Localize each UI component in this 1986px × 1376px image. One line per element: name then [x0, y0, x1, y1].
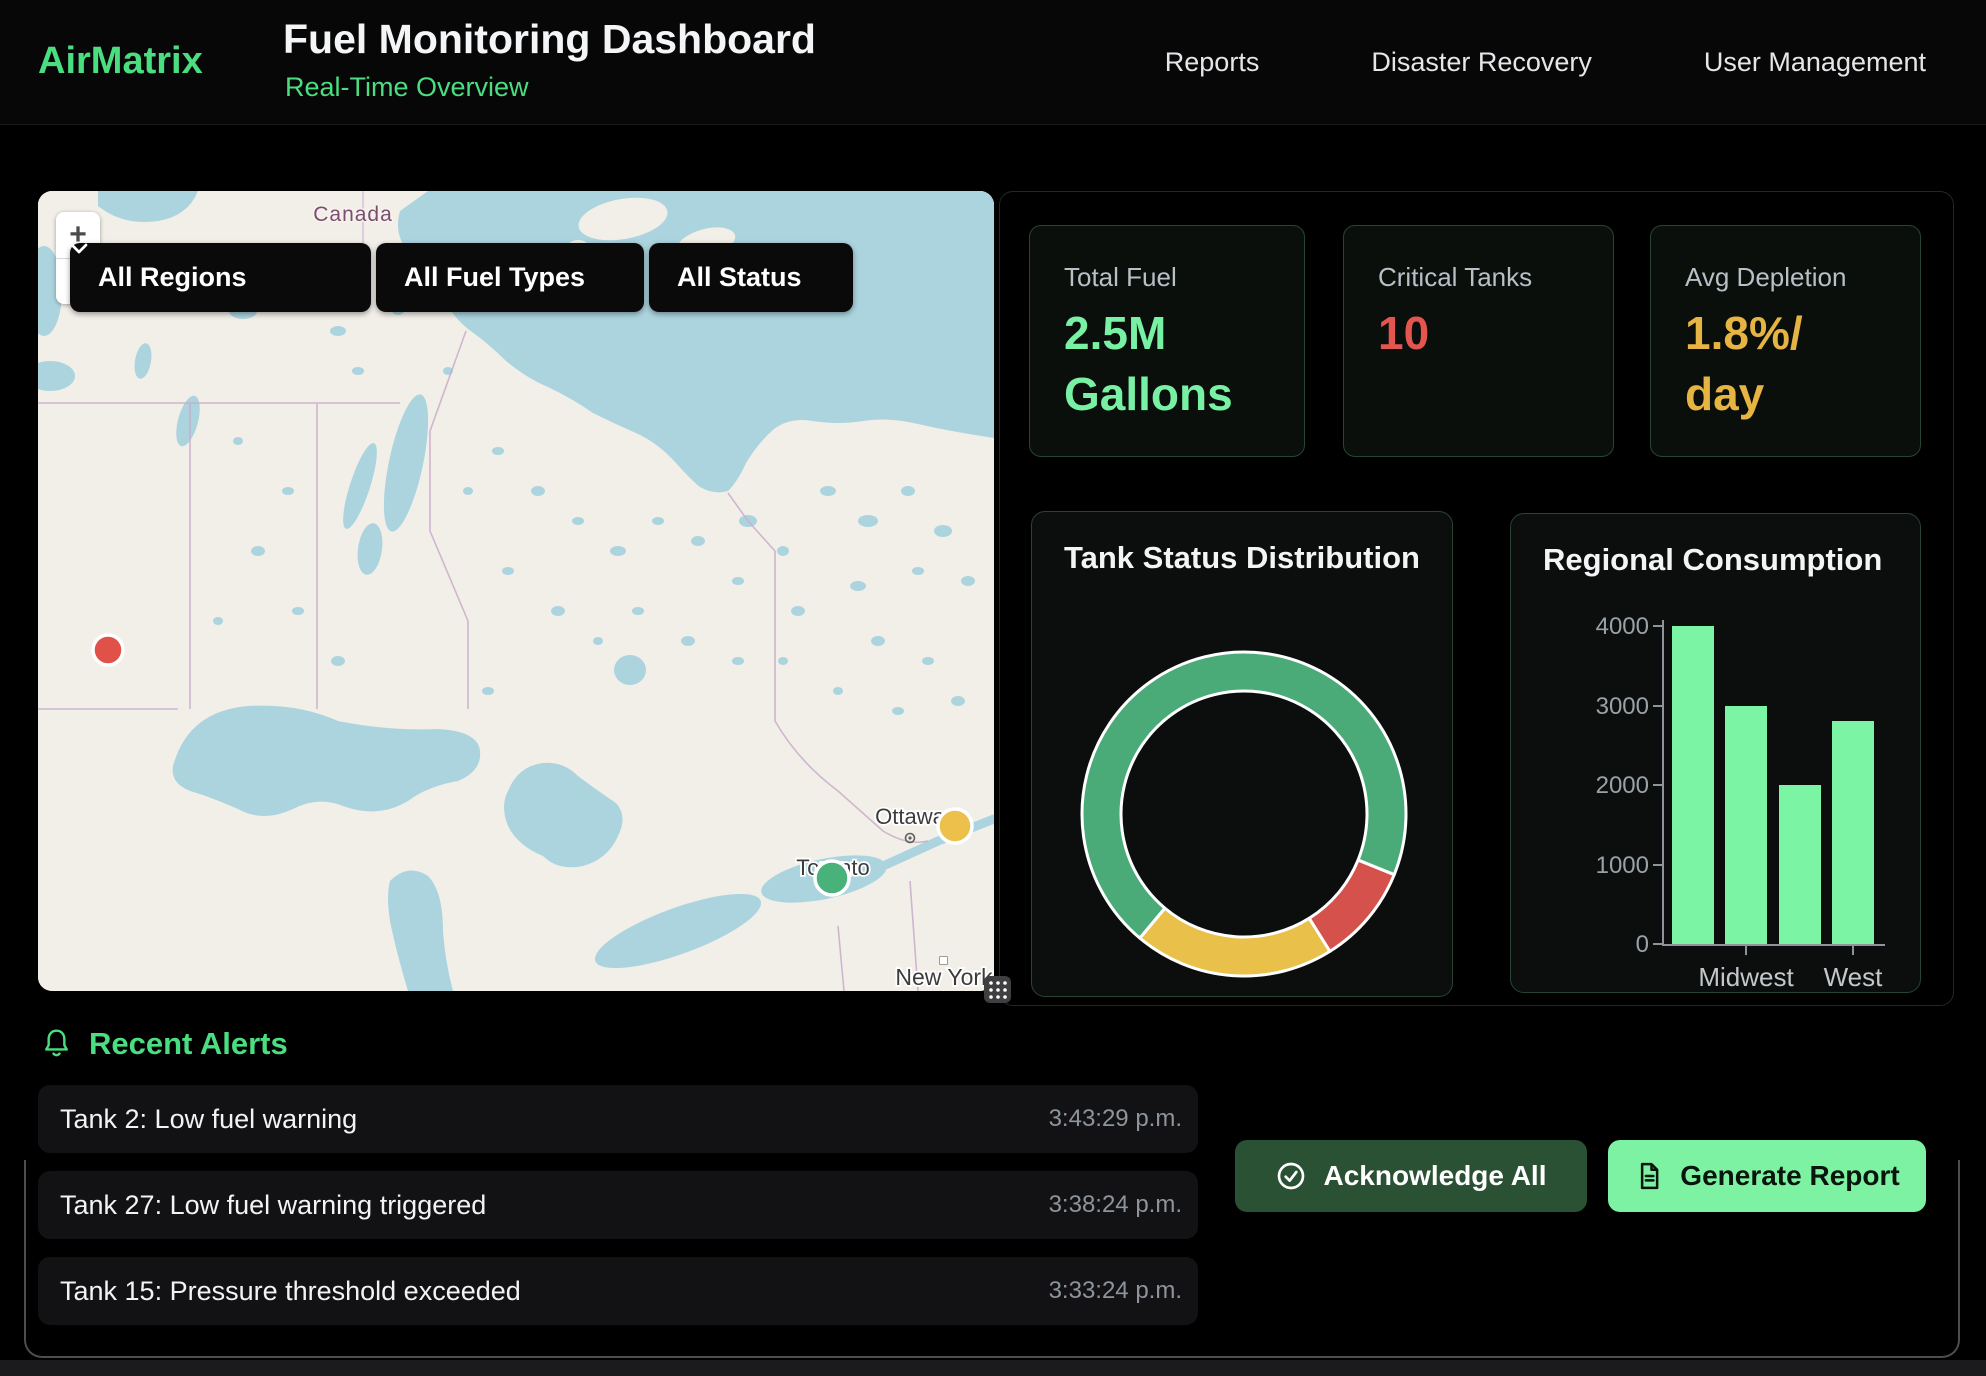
alert-text: Tank 27: Low fuel warning triggered — [60, 1190, 486, 1221]
generate-report-button[interactable]: Generate Report — [1608, 1140, 1926, 1212]
acknowledge-all-button[interactable]: Acknowledge All — [1235, 1140, 1587, 1212]
bar-region-3 — [1779, 785, 1821, 944]
fuel-tank-map[interactable]: Canada Ottawa Toronto New York + − All R… — [38, 191, 994, 991]
x-tick-mark — [1852, 946, 1854, 955]
status-filter-value: All Status — [677, 262, 802, 293]
resize-drag-handle-icon[interactable] — [984, 976, 1011, 1003]
stat-value: 1.8%/day — [1685, 303, 1886, 424]
stat-card-total-fuel: Total Fuel 2.5MGallons — [1029, 225, 1305, 457]
document-icon — [1634, 1160, 1664, 1192]
new-york-town-icon — [940, 957, 947, 964]
main-nav: Reports Disaster Recovery User Managemen… — [1165, 0, 1926, 124]
country-label-canada: Canada — [313, 203, 393, 226]
region-filter-value: All Regions — [98, 262, 247, 293]
alert-text: Tank 15: Pressure threshold exceeded — [60, 1276, 521, 1307]
nav-item-user-management[interactable]: User Management — [1704, 47, 1926, 78]
stat-card-critical-tanks: Critical Tanks 10 — [1343, 225, 1614, 457]
y-tick-mark — [1653, 705, 1662, 707]
y-tick-label: 3000 — [1544, 693, 1649, 721]
nav-item-disaster-recovery[interactable]: Disaster Recovery — [1371, 47, 1592, 78]
alert-timestamp: 3:43:29 p.m. — [1049, 1105, 1182, 1133]
bottom-strip — [0, 1360, 1986, 1376]
y-tick-mark — [1653, 943, 1662, 945]
stat-card-avg-depletion: Avg Depletion 1.8%/day — [1650, 225, 1921, 457]
app-header: AirMatrix Fuel Monitoring Dashboard Real… — [0, 0, 1986, 125]
map-filters: All Regions All Fuel Types All Status — [70, 243, 853, 312]
alert-row[interactable]: Tank 2: Low fuel warning 3:43:29 p.m. — [38, 1085, 1198, 1153]
generate-report-label: Generate Report — [1680, 1160, 1899, 1192]
y-tick-label: 0 — [1544, 931, 1649, 959]
alert-row[interactable]: Tank 27: Low fuel warning triggered 3:38:… — [38, 1171, 1198, 1239]
city-label-ottawa: Ottawa — [875, 804, 945, 829]
stat-value: 10 — [1378, 303, 1579, 364]
y-tick-label: 4000 — [1544, 613, 1649, 641]
bar-Midwest — [1725, 706, 1767, 945]
bar-region-1 — [1672, 626, 1714, 944]
fuel-type-filter-dropdown[interactable]: All Fuel Types — [376, 243, 644, 312]
regional-consumption-card: Regional Consumption 01000200030004000Mi… — [1510, 513, 1921, 993]
tank-marker-warning[interactable] — [938, 809, 972, 843]
bar-West — [1832, 721, 1874, 944]
y-tick-mark — [1653, 784, 1662, 786]
alert-timestamp: 3:38:24 p.m. — [1049, 1191, 1182, 1219]
brand-logo: AirMatrix — [38, 40, 203, 83]
recent-alerts-heading: Recent Alerts — [42, 1026, 288, 1062]
page-subtitle: Real-Time Overview — [285, 72, 529, 103]
status-filter-dropdown[interactable]: All Status — [649, 243, 853, 312]
y-tick-mark — [1653, 864, 1662, 866]
stat-label: Avg Depletion — [1685, 262, 1886, 293]
bar-chart-title: Regional Consumption — [1543, 542, 1882, 578]
tank-marker-critical[interactable] — [93, 635, 123, 665]
stat-label: Total Fuel — [1064, 262, 1270, 293]
alert-timestamp: 3:33:24 p.m. — [1049, 1277, 1182, 1305]
y-tick-mark — [1653, 625, 1662, 627]
x-tick-mark — [1745, 946, 1747, 955]
x-tick-label: West — [1783, 962, 1923, 993]
nav-item-reports[interactable]: Reports — [1165, 47, 1260, 78]
y-axis — [1662, 620, 1664, 944]
tank-marker-normal[interactable] — [815, 861, 849, 895]
y-tick-label: 2000 — [1544, 772, 1649, 800]
recent-alerts-title: Recent Alerts — [89, 1026, 288, 1062]
ottawa-town-icon-dot — [908, 836, 911, 839]
fuel-type-filter-value: All Fuel Types — [404, 262, 585, 293]
tank-status-donut-chart — [1032, 512, 1454, 998]
check-circle-icon — [1275, 1160, 1307, 1192]
tank-status-distribution-card: Tank Status Distribution — [1031, 511, 1453, 997]
y-tick-label: 1000 — [1544, 852, 1649, 880]
donut-chart-title: Tank Status Distribution — [1064, 540, 1420, 576]
city-label-new-york: New York — [895, 964, 993, 990]
acknowledge-all-label: Acknowledge All — [1323, 1160, 1546, 1192]
donut-segment-warning — [1140, 908, 1330, 976]
stat-label: Critical Tanks — [1378, 262, 1579, 293]
stat-value: 2.5MGallons — [1064, 303, 1270, 424]
alert-row[interactable]: Tank 15: Pressure threshold exceeded 3:33… — [38, 1257, 1198, 1325]
page-title: Fuel Monitoring Dashboard — [283, 16, 816, 63]
region-filter-dropdown[interactable]: All Regions — [70, 243, 371, 312]
fuel-monitoring-dashboard: AirMatrix Fuel Monitoring Dashboard Real… — [0, 0, 1986, 1376]
bell-icon — [42, 1028, 71, 1060]
alert-text: Tank 2: Low fuel warning — [60, 1104, 357, 1135]
